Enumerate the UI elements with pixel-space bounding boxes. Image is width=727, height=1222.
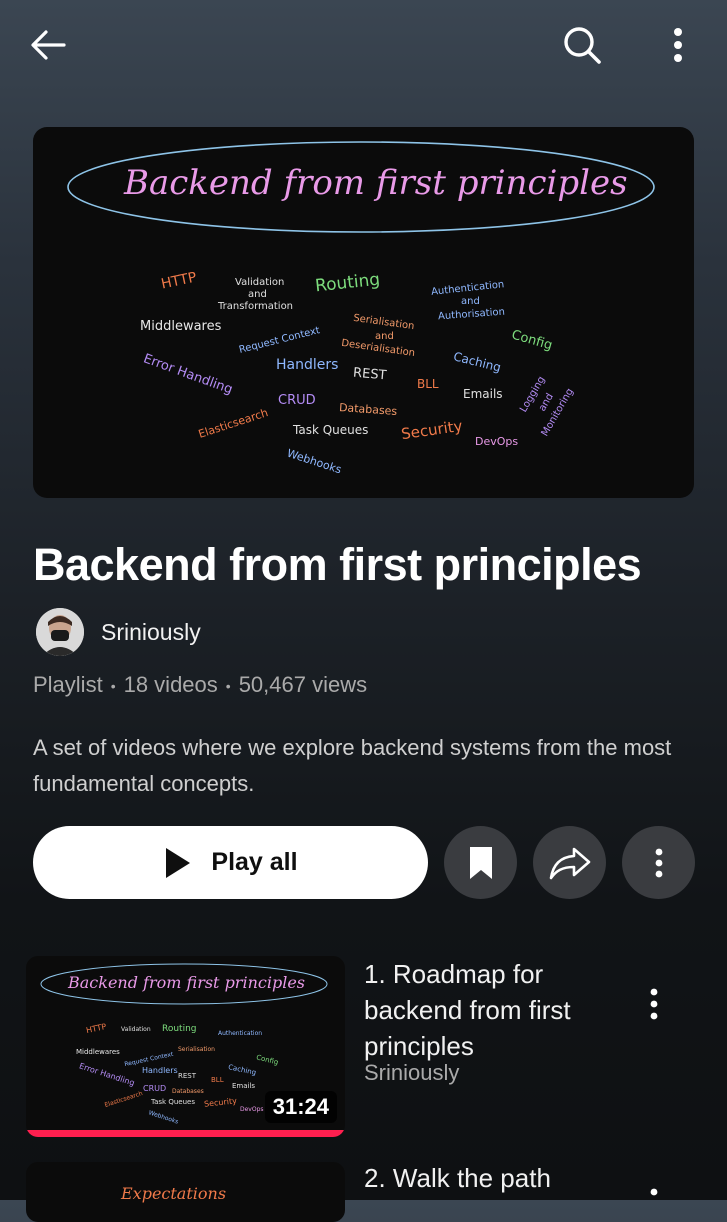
thumbnail-heading: Backend from first principles — [68, 973, 305, 992]
thumbnail-word: BLL — [211, 1076, 224, 1084]
thumbnail-word: Validation — [235, 277, 285, 288]
thumbnail-word: Middlewares — [140, 319, 222, 334]
video-duration: 31:24 — [264, 1091, 337, 1123]
thumbnail-word: Middlewares — [76, 1048, 120, 1056]
thumbnail-heading: Backend from first principles — [124, 163, 628, 203]
play-all-button[interactable]: Play all — [33, 826, 428, 899]
playlist-title: Backend from first principles — [33, 539, 642, 590]
thumbnail-word: and — [375, 331, 394, 342]
more-vertical-icon — [655, 848, 662, 877]
thumbnail-word: REST — [352, 365, 388, 384]
video-title[interactable]: 2. Walk the path — [364, 1160, 551, 1196]
thumbnail-word: Transformation — [218, 301, 294, 312]
share-icon — [549, 847, 590, 879]
more-vertical-icon — [650, 988, 658, 1020]
view-count: 50,467 views — [238, 672, 368, 697]
playlist-type: Playlist — [33, 672, 103, 697]
video-count: 18 videos — [123, 672, 218, 697]
thumbnail-word: DevOps — [475, 435, 519, 448]
video-thumbnail[interactable]: Expectations — [26, 1162, 345, 1222]
bookmark-icon — [469, 846, 492, 879]
search-button[interactable] — [556, 20, 608, 70]
thumbnail-word: Emails — [463, 387, 503, 401]
more-vertical-icon — [674, 28, 682, 62]
thumbnail-word: Task Queues — [293, 423, 369, 437]
thumbnail-word: Serialisation — [178, 1046, 215, 1053]
thumbnail-heading: Expectations — [121, 1184, 227, 1203]
video-more-button[interactable] — [636, 1186, 672, 1200]
thumbnail-word: Task Queues — [151, 1098, 195, 1106]
more-options-button[interactable] — [658, 22, 698, 68]
watch-progress-bar — [26, 1130, 345, 1137]
thumbnail-word: CRUD — [143, 1084, 167, 1093]
playlist-description: A set of videos where we explore backend… — [33, 735, 672, 796]
play-all-label: Play all — [211, 848, 298, 876]
thumbnail-word: Routing — [162, 1024, 197, 1034]
back-button[interactable] — [22, 22, 74, 68]
thumbnail-word: Handlers — [276, 357, 339, 373]
thumbnail-word: and — [461, 296, 480, 307]
play-icon — [166, 847, 191, 878]
thumbnail-word: Handlers — [142, 1066, 178, 1075]
channel-row[interactable]: Sriniously — [36, 606, 201, 658]
save-playlist-button[interactable] — [444, 826, 517, 899]
avatar[interactable] — [36, 608, 84, 656]
video-thumbnail[interactable]: Backend from first principles HTTP Valid… — [26, 956, 345, 1137]
thumbnail-word: Databases — [172, 1088, 204, 1095]
thumbnail-word: Emails — [232, 1082, 256, 1090]
video-title[interactable]: 1. Roadmap for backend from first princi… — [364, 956, 614, 1064]
thumbnail-word: REST — [178, 1072, 197, 1080]
arrow-left-icon — [31, 30, 66, 60]
video-more-button[interactable] — [636, 982, 672, 1026]
more-vertical-icon — [650, 1188, 658, 1196]
separator-dot: • — [225, 678, 231, 695]
channel-name[interactable]: Sriniously — [101, 619, 201, 646]
thumbnail-word: CRUD — [278, 393, 316, 408]
video-channel[interactable]: Sriniously — [364, 1060, 459, 1086]
separator-dot: • — [110, 678, 116, 695]
share-button[interactable] — [533, 826, 606, 899]
thumbnail-word: and — [248, 289, 267, 300]
thumbnail-word: Authentication — [218, 1030, 263, 1037]
playlist-thumbnail[interactable]: Backend from first principles HTTP Valid… — [33, 127, 694, 498]
search-icon — [564, 27, 601, 64]
thumbnail-word: DevOps — [240, 1106, 264, 1113]
thumbnail-word: Validation — [121, 1026, 151, 1033]
thumbnail-word: BLL — [417, 377, 439, 391]
more-actions-button[interactable] — [622, 826, 695, 899]
playlist-meta: Playlist • 18 videos • 50,467 views — [33, 672, 367, 698]
